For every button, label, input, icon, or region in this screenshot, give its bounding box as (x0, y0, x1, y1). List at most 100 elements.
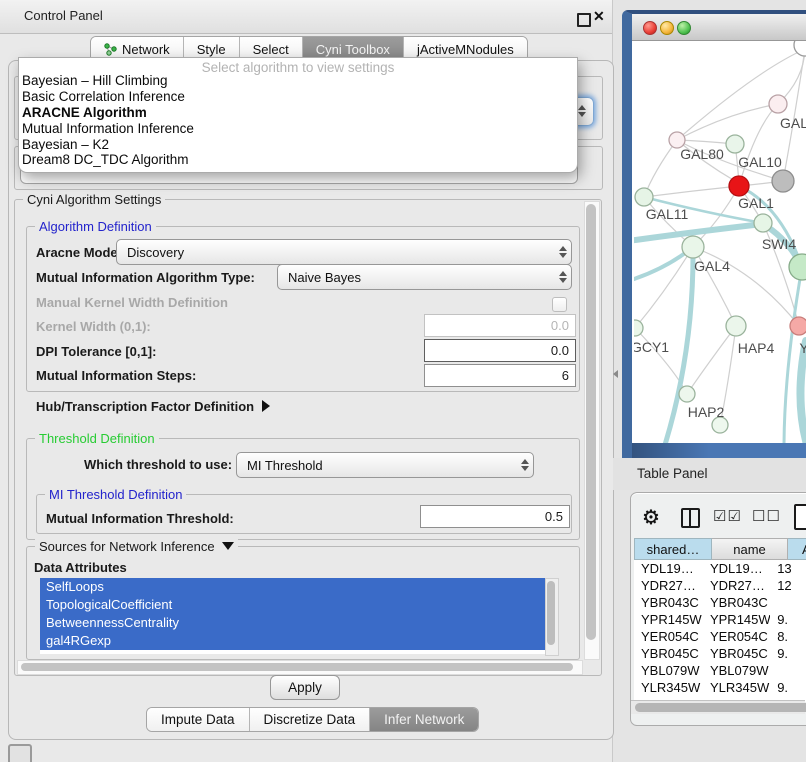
dropdown-item-basic-correlation-inference[interactable]: Basic Correlation Inference (19, 89, 577, 105)
table-row[interactable]: YER054CYER054C8. (634, 628, 806, 645)
table-cell: YER054C (703, 629, 770, 644)
network-node[interactable] (726, 135, 744, 153)
kernel-width-label: Kernel Width (0,1): (36, 319, 151, 334)
columns-icon[interactable] (681, 508, 700, 528)
table-cell: YLR345W (703, 680, 770, 695)
threshold-definition-title: Threshold Definition (35, 431, 159, 446)
table-row[interactable]: YDR27…YDR27…12 (634, 577, 806, 594)
algorithm-dropdown-popup: Select algorithm to view settings Bayesi… (18, 57, 578, 173)
attribute-item-gal4rgexp[interactable]: gal4RGexp (40, 632, 545, 650)
dropdown-items: Bayesian – Hill ClimbingBasic Correlatio… (19, 73, 577, 168)
splitter-collapse-icon[interactable] (613, 370, 618, 378)
scrollbar-thumb[interactable] (547, 581, 555, 645)
hub-definition-toggle[interactable]: Hub/Transcription Factor Definition (36, 399, 270, 414)
network-node[interactable] (679, 386, 695, 402)
data-attributes-list[interactable]: SelfLoopsTopologicalCoefficientBetweenne… (40, 578, 545, 654)
table-row[interactable]: YDL19…YDL19…13 (634, 560, 806, 577)
network-node[interactable] (790, 317, 806, 335)
tab-impute-data[interactable]: Impute Data (147, 708, 250, 731)
table-cell: 9. (770, 680, 806, 695)
node-label-hap4: HAP4 (738, 340, 775, 356)
tab-discretize-data[interactable]: Discretize Data (250, 708, 371, 731)
column-header-3[interactable]: A (788, 538, 806, 560)
which-threshold-select[interactable]: MI Threshold (236, 452, 534, 478)
gear-icon[interactable]: ⚙ (642, 505, 660, 530)
minimize-traffic-light-icon[interactable] (660, 21, 674, 35)
dpi-tolerance-label: DPI Tolerance [0,1]: (36, 344, 156, 359)
attribute-item-betweennesscentrality[interactable]: BetweennessCentrality (40, 614, 545, 632)
attribute-list-scrollbar[interactable] (545, 578, 559, 656)
network-node[interactable] (635, 188, 653, 206)
network-node[interactable] (754, 214, 772, 232)
checked-pair-icon[interactable]: ☑☑ (713, 507, 742, 525)
network-node[interactable] (769, 95, 787, 113)
table-row[interactable]: YBR043CYBR043C (634, 594, 806, 611)
network-node[interactable] (682, 236, 704, 258)
sources-title[interactable]: Sources for Network Inference (35, 539, 238, 554)
table-cell: YBL079W (634, 663, 703, 678)
mi-type-select[interactable]: Naive Bayes (277, 264, 572, 290)
node-label-gal10: GAL10 (738, 154, 782, 170)
network-edge[interactable] (677, 104, 778, 140)
unchecked-pair-icon[interactable]: ☐☐ (752, 507, 781, 525)
network-edge[interactable] (635, 247, 693, 328)
table-rows: YDL19…YDL19…13YDR27…YDR27…12YBR043CYBR04… (634, 560, 806, 702)
scrollbar-thumb[interactable] (586, 204, 596, 640)
settings-vertical-scrollbar[interactable] (584, 201, 600, 660)
network-node[interactable] (726, 316, 746, 336)
dropdown-item-bayesian-k2[interactable]: Bayesian – K2 (19, 137, 577, 153)
table-row[interactable]: YBR045CYBR045C9. (634, 645, 806, 662)
network-window-titlebar[interactable] (632, 14, 806, 41)
node-label-hap2: HAP2 (688, 404, 725, 420)
table-row[interactable]: YBL079WYBL079W (634, 662, 806, 679)
network-edge[interactable] (687, 326, 736, 394)
dropdown-item-aracne-algorithm[interactable]: ARACNE Algorithm (19, 105, 577, 121)
close-traffic-light-icon[interactable] (643, 21, 657, 35)
table-cell: 12 (770, 578, 806, 593)
network-node[interactable] (772, 170, 794, 192)
combo-arrows-icon (517, 459, 533, 471)
mi-type-label: Mutual Information Algorithm Type: (36, 270, 255, 285)
document-icon[interactable] (794, 504, 806, 530)
network-edge[interactable] (644, 186, 739, 197)
column-header-2[interactable]: name (712, 538, 788, 560)
dropdown-item-mutual-information-inference[interactable]: Mutual Information Inference (19, 121, 577, 137)
network-canvas[interactable]: GALGAL80GAL10GAL1GAL11SWI4GAL4GCY1HAP4YH… (632, 41, 806, 443)
scrollbar-thumb[interactable] (21, 663, 573, 671)
mi-threshold-field[interactable]: 0.5 (420, 505, 570, 528)
settings-horizontal-scrollbar[interactable] (17, 660, 583, 675)
node-label-gal11: GAL11 (646, 206, 689, 222)
network-edge-highlighted[interactable] (800, 341, 806, 443)
dropdown-item-dream8-dc-tdc-algorithm[interactable]: Dream8 DC_TDC Algorithm (19, 152, 577, 168)
kernel-width-field[interactable]: 0.0 (424, 314, 576, 337)
table-horizontal-scrollbar[interactable] (631, 700, 805, 714)
network-graph: GALGAL80GAL10GAL1GAL11SWI4GAL4GCY1HAP4YH… (634, 41, 806, 443)
screen: Control Panel ✕ Select algorithm to view… (0, 0, 806, 762)
network-node[interactable] (789, 254, 806, 280)
dpi-tolerance-field[interactable]: 0.0 (424, 339, 576, 362)
table-cell: 9. (770, 646, 806, 661)
close-icon[interactable]: ✕ (593, 8, 605, 25)
mi-steps-field[interactable]: 6 (424, 364, 576, 387)
aracne-mode-select[interactable]: Discovery (116, 239, 572, 265)
column-header-1[interactable]: shared… (634, 538, 712, 560)
scrollbar-thumb[interactable] (635, 703, 806, 712)
node-label-gal1: GAL1 (738, 195, 774, 211)
manual-kernel-checkbox[interactable] (552, 297, 567, 312)
apply-button[interactable]: Apply (270, 675, 340, 700)
zoom-traffic-light-icon[interactable] (677, 21, 691, 35)
network-node[interactable] (729, 176, 749, 196)
dropdown-item-bayesian-hill-climbing[interactable]: Bayesian – Hill Climbing (19, 73, 577, 89)
attribute-item-topologicalcoefficient[interactable]: TopologicalCoefficient (40, 596, 545, 614)
tab-infer-network[interactable]: Infer Network (370, 708, 478, 731)
float-panel-icon[interactable] (577, 13, 591, 27)
attribute-item-selfloops[interactable]: SelfLoops (40, 578, 545, 596)
control-panel: Control Panel ✕ Select algorithm to view… (0, 0, 613, 762)
combo-arrows-icon (555, 246, 571, 258)
mi-threshold-label: Mutual Information Threshold: (46, 511, 234, 526)
minimized-panel-icon[interactable] (8, 744, 32, 762)
network-node[interactable] (634, 320, 643, 336)
table-row[interactable]: YPR145WYPR145W9. (634, 611, 806, 628)
network-edge[interactable] (644, 140, 677, 197)
table-row[interactable]: YLR345WYLR345W9. (634, 679, 806, 696)
